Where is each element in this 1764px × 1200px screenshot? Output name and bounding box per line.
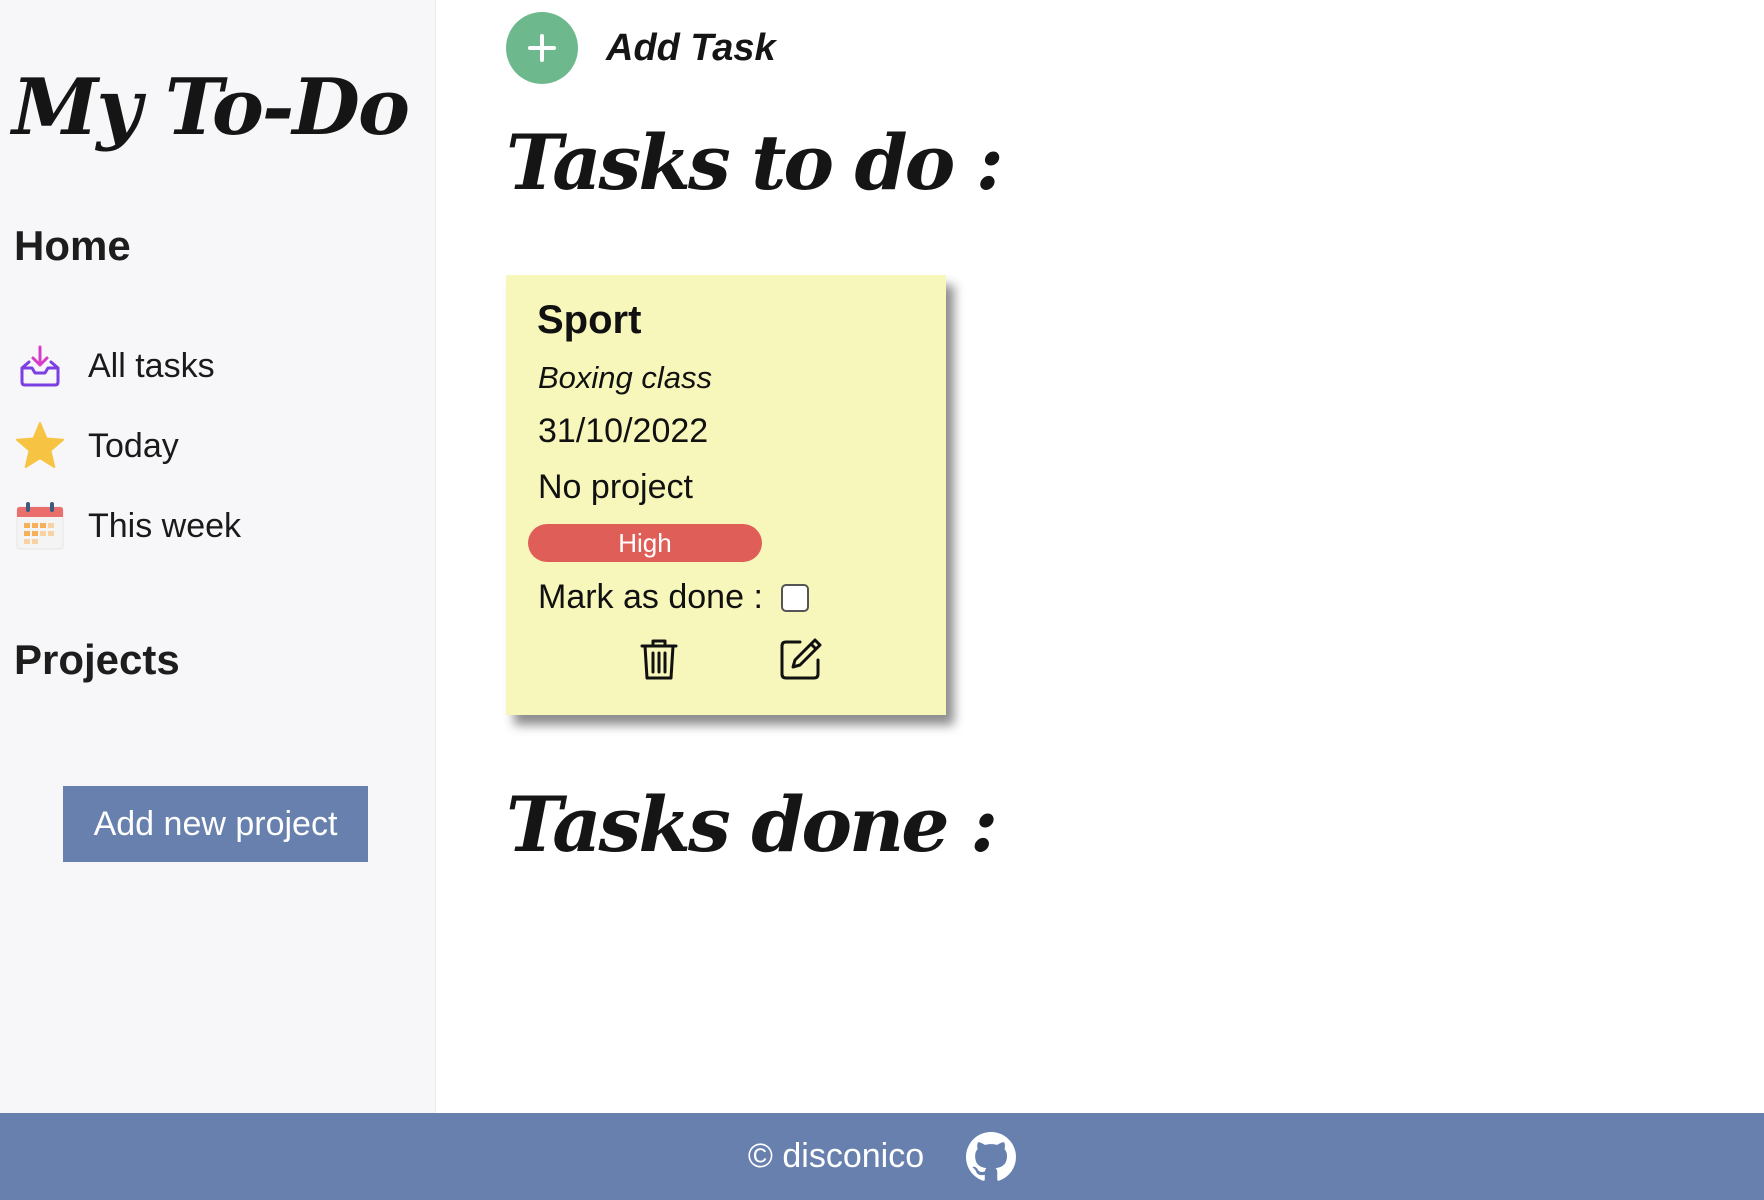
star-icon [14,420,66,472]
tasks-done-heading: Tasks done : [506,780,998,869]
mark-done-label: Mark as done : [538,578,763,616]
inbox-icon [14,340,66,392]
mark-done-row: Mark as done : [538,578,809,617]
plus-icon[interactable] [506,12,578,84]
edit-icon[interactable] [778,636,824,682]
task-title: Sport [537,298,642,342]
priority-badge: High [528,524,762,562]
sidebar-item-today[interactable]: Today [14,418,414,474]
app-logo: My To-Do [12,62,410,153]
add-task-button[interactable]: Add Task [506,12,776,84]
home-heading: Home [14,222,131,269]
mark-done-checkbox[interactable] [780,583,809,612]
add-task-label: Add Task [606,26,776,69]
calendar-icon [14,500,66,552]
sidebar-item-this-week[interactable]: This week [14,498,414,554]
sidebar-item-all-tasks[interactable]: All tasks [14,338,414,394]
footer: © disconico [0,1113,1764,1200]
sidebar-item-label: This week [88,506,242,545]
add-new-project-button[interactable]: Add new project [63,786,368,862]
task-description: Boxing class [538,360,713,395]
sidebar-item-label: Today [88,426,179,465]
task-project: No project [538,468,693,506]
footer-credit: © disconico [747,1137,925,1175]
sidebar: My To-Do Home All tasks Today This week … [0,0,436,1113]
projects-heading: Projects [14,636,180,683]
github-icon[interactable] [966,1131,1017,1182]
tasks-to-do-heading: Tasks to do : [506,118,1004,207]
trash-icon[interactable] [636,636,682,682]
task-due-date: 31/10/2022 [538,412,709,450]
sidebar-item-label: All tasks [88,346,215,385]
